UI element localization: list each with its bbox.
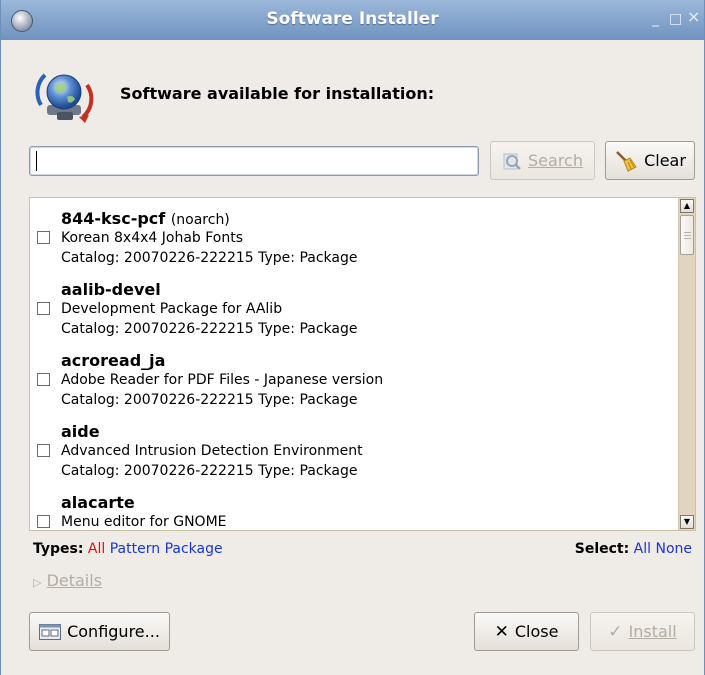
package-checkbox[interactable] (37, 444, 50, 457)
package-description: Adobe Reader for PDF Files - Japanese ve… (61, 372, 384, 388)
list-scrollbar[interactable]: ▲ ▼ (678, 198, 695, 530)
package-checkbox[interactable] (37, 231, 50, 244)
configure-button-label: Configure... (67, 622, 160, 641)
select-label: Select: (574, 541, 630, 557)
expander-triangle-icon: ▷ (33, 576, 42, 589)
broom-icon (616, 150, 637, 172)
page-title: Software available for installation: (120, 84, 435, 103)
scroll-thumb[interactable] (680, 215, 694, 255)
window-title: Software Installer (266, 9, 439, 29)
clear-button[interactable]: Clear (605, 141, 695, 180)
close-button[interactable]: ✕ Close (474, 612, 579, 651)
package-checkbox[interactable] (37, 515, 50, 528)
install-button-label: Install (628, 622, 677, 641)
scroll-up-icon[interactable]: ▲ (680, 199, 694, 213)
package-meta: Catalog: 20070226-222215 Type: Package (61, 321, 358, 337)
select-none-link[interactable]: None (655, 541, 692, 557)
package-meta: Catalog: 20070226-222215 Type: Package (61, 463, 358, 479)
package-arch: (noarch) (170, 212, 230, 228)
package-description: Advanced Intrusion Detection Environment (61, 443, 363, 459)
minimize-icon[interactable]: _ (652, 11, 659, 27)
package-checkbox[interactable] (37, 373, 50, 386)
package-list[interactable]: 844-ksc-pcf (noarch) Korean 8x4x4 Johab … (29, 197, 696, 531)
types-all-link[interactable]: All (88, 541, 105, 557)
list-item: aide Advanced Intrusion Detection Enviro… (30, 422, 670, 482)
configure-icon (39, 623, 62, 640)
select-filter: Select: All None (575, 541, 692, 557)
details-expander[interactable]: ▷ Details (33, 571, 102, 590)
package-meta: Catalog: 20070226-222215 Type: Package (61, 250, 358, 266)
text-cursor (36, 151, 37, 171)
types-filter: Types: All Pattern Package (33, 541, 223, 557)
close-x-icon: ✕ (494, 621, 509, 642)
search-button-label: Search (528, 151, 583, 170)
package-name: alacarte (61, 493, 135, 512)
install-button[interactable]: ✓ Install (590, 612, 695, 651)
search-button[interactable]: Search (490, 141, 595, 180)
details-label: Details (46, 571, 103, 590)
package-name: acroread_ja (61, 351, 166, 370)
close-button-label: Close (514, 622, 559, 641)
types-label: Types: (33, 541, 84, 557)
package-description: Menu editor for GNOME (61, 514, 227, 530)
close-window-icon[interactable]: × (687, 9, 700, 25)
clear-button-label: Clear (644, 151, 686, 170)
list-item: alacarte Menu editor for GNOME (30, 493, 670, 530)
package-meta: Catalog: 20070226-222215 Type: Package (61, 392, 358, 408)
package-name: 844-ksc-pcf (61, 209, 166, 228)
package-description: Korean 8x4x4 Johab Fonts (61, 230, 244, 246)
package-name: aide (61, 422, 100, 441)
list-item: 844-ksc-pcf (noarch) Korean 8x4x4 Johab … (30, 209, 670, 269)
configure-button[interactable]: Configure... (29, 612, 170, 651)
package-name: aalib-devel (61, 280, 161, 299)
software-globe-icon (35, 73, 94, 123)
list-item: aalib-devel Development Package for AAli… (30, 280, 670, 340)
types-pattern-link[interactable]: Pattern (110, 541, 160, 557)
checkmark-icon: ✓ (608, 621, 623, 642)
list-item: acroread_ja Adobe Reader for PDF Files -… (30, 351, 670, 411)
search-input[interactable] (29, 146, 479, 176)
maximize-icon[interactable]: □ (669, 11, 682, 27)
scroll-down-icon[interactable]: ▼ (680, 515, 694, 529)
select-all-link[interactable]: All (634, 541, 651, 557)
package-checkbox[interactable] (37, 302, 50, 315)
search-icon (503, 153, 521, 170)
package-description: Development Package for AAlib (61, 301, 283, 317)
types-package-link[interactable]: Package (165, 541, 223, 557)
software-installer-window: Software Installer _ □ × Software availa… (0, 0, 705, 675)
title-bar[interactable]: Software Installer _ □ × (1, 0, 704, 40)
